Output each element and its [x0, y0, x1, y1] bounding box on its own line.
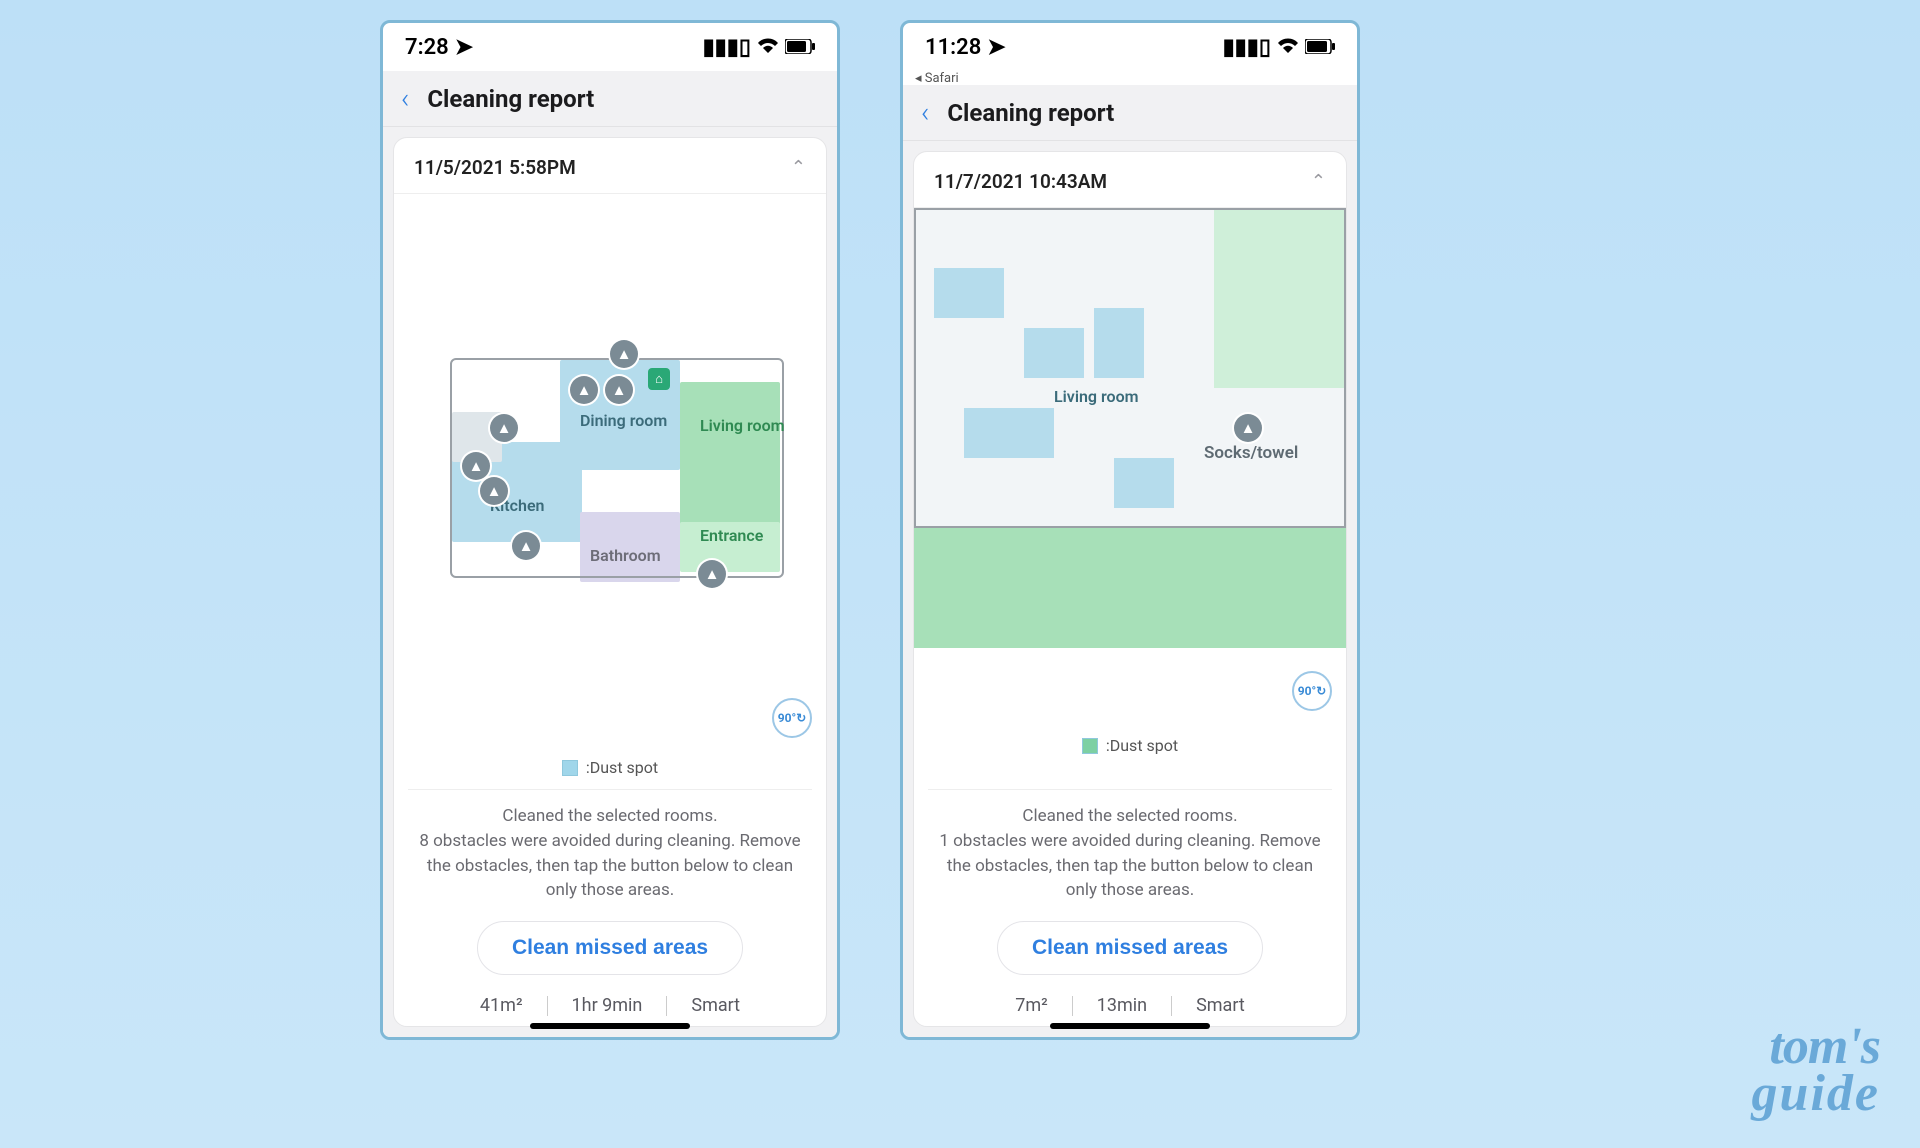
- battery-icon: [1305, 35, 1335, 60]
- stat-time: 1hr 9min: [572, 995, 643, 1016]
- rotate-map-button[interactable]: 90°↻: [772, 698, 812, 738]
- legend-label: :Dust spot: [586, 758, 658, 777]
- report-header[interactable]: 11/5/2021 5:58PM ⌃: [394, 138, 826, 194]
- battery-icon: [785, 35, 815, 60]
- status-bar: 11:28 ➤ ▮▮▮▯: [903, 23, 1357, 71]
- content-area: 11/7/2021 10:43AM ⌃: [903, 141, 1357, 1037]
- page-title: Cleaning report: [947, 99, 1114, 127]
- stats-row: 7m² 13min Smart: [914, 981, 1346, 1026]
- room-label-dining: Dining room: [580, 412, 667, 430]
- report-card: 11/5/2021 5:58PM ⌃ Dining room: [393, 137, 827, 1027]
- map-legend: :Dust spot: [408, 752, 812, 790]
- legend-swatch-icon: [1082, 738, 1098, 754]
- legend-label: :Dust spot: [1106, 736, 1178, 755]
- phone-screenshot-right: 11:28 ➤ ▮▮▮▯ ◂ Safari ‹ Cleaning report …: [900, 20, 1360, 1040]
- chevron-up-icon: ⌃: [1311, 171, 1326, 192]
- obstacle-icon[interactable]: ▲: [490, 414, 518, 442]
- location-icon: ➤: [455, 35, 473, 60]
- obstacle-icon[interactable]: ▲: [512, 532, 540, 560]
- clean-missed-button[interactable]: Clean missed areas: [997, 921, 1263, 975]
- back-button[interactable]: ‹: [921, 96, 929, 129]
- legend-swatch-icon: [562, 760, 578, 776]
- clean-missed-button[interactable]: Clean missed areas: [477, 921, 743, 975]
- location-icon: ➤: [987, 35, 1005, 60]
- obstacle-icon[interactable]: ▲: [462, 452, 490, 480]
- stats-row: 41m² 1hr 9min Smart: [394, 981, 826, 1026]
- room-label-living: Living room: [700, 417, 785, 435]
- summary-text: Cleaned the selected rooms. 1 obstacles …: [914, 790, 1346, 907]
- summary-text: Cleaned the selected rooms. 8 obstacles …: [394, 790, 826, 907]
- floor-map[interactable]: Living room Socks/towel ▲ 90°↻ :Dust spo…: [914, 208, 1346, 789]
- dock-icon: ⌂: [648, 368, 670, 390]
- nav-header: ‹ Cleaning report: [903, 85, 1357, 141]
- room-label-entrance: Entrance: [700, 527, 763, 545]
- status-time: 11:28: [925, 35, 981, 60]
- report-date: 11/5/2021 5:58PM: [414, 156, 576, 179]
- room-label-living: Living room: [1054, 388, 1139, 406]
- report-card: 11/7/2021 10:43AM ⌃: [913, 151, 1347, 1027]
- wifi-icon: [1277, 35, 1299, 60]
- home-indicator[interactable]: [1050, 1023, 1210, 1029]
- obstacle-icon[interactable]: ▲: [698, 560, 726, 588]
- stat-area: 7m²: [1015, 995, 1048, 1016]
- report-header[interactable]: 11/7/2021 10:43AM ⌃: [914, 152, 1346, 208]
- obstacle-icon[interactable]: ▲: [480, 477, 508, 505]
- floor-map[interactable]: Dining room Living room Kitchen Bathroom…: [394, 194, 826, 752]
- stat-area: 41m²: [480, 995, 523, 1016]
- chevron-up-icon: ⌃: [791, 157, 806, 178]
- signal-icon: ▮▮▮▯: [703, 35, 751, 60]
- obstacle-icon[interactable]: ▲: [605, 376, 633, 404]
- status-time: 7:28: [405, 35, 449, 60]
- content-area: 11/5/2021 5:58PM ⌃ Dining room: [383, 127, 837, 1037]
- wifi-icon: [757, 35, 779, 60]
- stat-mode: Smart: [691, 995, 740, 1016]
- room-label-bathroom: Bathroom: [590, 547, 661, 565]
- obstacle-icon[interactable]: ▲: [570, 376, 598, 404]
- back-button[interactable]: ‹: [401, 82, 409, 115]
- nav-header: ‹ Cleaning report: [383, 71, 837, 127]
- obstacle-icon[interactable]: ▲: [610, 340, 638, 368]
- phone-screenshot-left: 7:28 ➤ ▮▮▮▯ ‹ Cleaning report 11/5/2021 …: [380, 20, 840, 1040]
- back-to-app[interactable]: ◂ Safari: [915, 71, 959, 86]
- home-indicator[interactable]: [530, 1023, 690, 1029]
- stat-mode: Smart: [1196, 995, 1245, 1016]
- signal-icon: ▮▮▮▯: [1223, 35, 1271, 60]
- map-legend: :Dust spot: [928, 730, 1332, 767]
- obstacle-icon[interactable]: ▲: [1234, 414, 1262, 442]
- page-title: Cleaning report: [427, 85, 594, 113]
- watermark-logo: tom's guide: [1752, 1024, 1880, 1118]
- stat-time: 13min: [1097, 995, 1147, 1016]
- obstacle-label-socks: Socks/towel: [1204, 443, 1298, 463]
- report-date: 11/7/2021 10:43AM: [934, 170, 1107, 193]
- status-bar: 7:28 ➤ ▮▮▮▯: [383, 23, 837, 71]
